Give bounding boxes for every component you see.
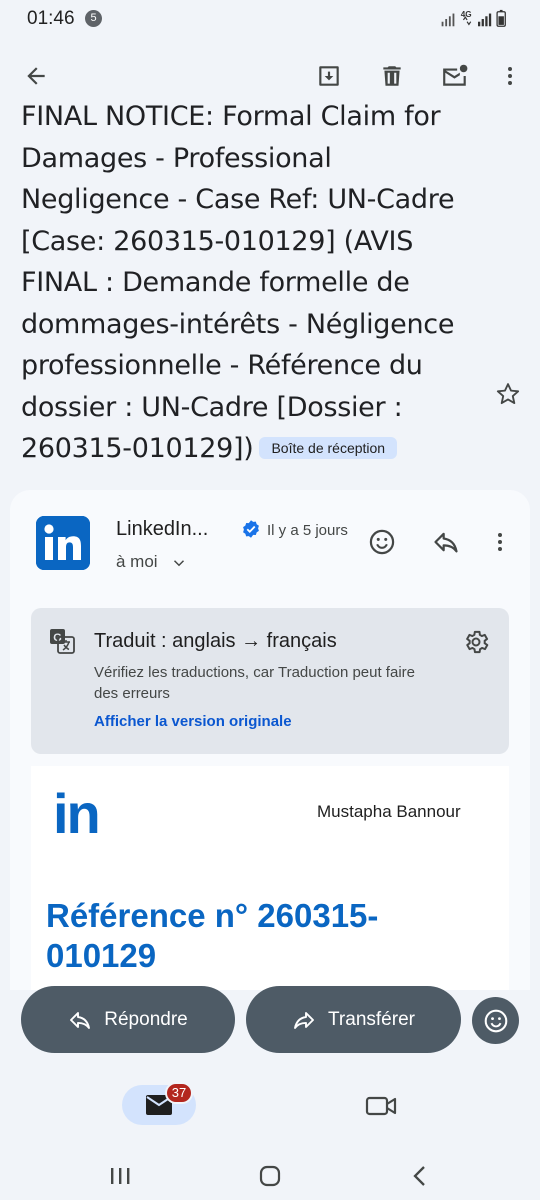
mark-unread-icon xyxy=(443,64,468,86)
react-button[interactable] xyxy=(472,997,519,1044)
email-date: Il y a 5 jours xyxy=(267,522,348,539)
message-card: LinkedIn... Il y a 5 jours à moi G Tradu… xyxy=(10,490,530,990)
delete-button[interactable] xyxy=(368,48,416,104)
translation-settings-button[interactable] xyxy=(459,625,493,659)
translate-icon: G xyxy=(50,629,75,654)
chevron-down-icon[interactable] xyxy=(170,554,188,572)
mail-unread-badge: 37 xyxy=(165,1082,193,1104)
mark-unread-button[interactable] xyxy=(431,48,479,104)
body-recipient-name: Mustapha Bannour xyxy=(317,802,461,821)
forward-label: Transférer xyxy=(328,1008,415,1030)
more-vert-icon xyxy=(498,533,502,551)
subject-text: FINAL NOTICE: Formal Claim for Damages -… xyxy=(21,104,455,464)
home-button[interactable] xyxy=(250,1158,290,1194)
more-vert-icon xyxy=(508,67,512,85)
video-call-icon[interactable] xyxy=(364,1091,398,1121)
action-row: Répondre Transférer xyxy=(0,986,540,1056)
recent-apps-button[interactable] xyxy=(100,1158,140,1194)
signal-icon xyxy=(478,13,492,27)
back-button[interactable] xyxy=(12,48,60,104)
reply-icon xyxy=(434,532,458,553)
status-icons: 4G xyxy=(441,9,506,27)
back-nav-button[interactable] xyxy=(400,1158,440,1194)
forward-icon xyxy=(294,1011,314,1029)
inbox-label-chip[interactable]: Boîte de réception xyxy=(259,437,398,459)
gear-icon xyxy=(466,630,489,654)
reply-icon-button[interactable] xyxy=(426,522,466,562)
back-chevron-icon xyxy=(413,1166,425,1186)
recent-apps-icon xyxy=(111,1168,130,1184)
archive-button[interactable] xyxy=(305,48,353,104)
body-linkedin-logo: in xyxy=(53,782,101,845)
bottom-navigation: 37 xyxy=(0,1073,540,1150)
translation-description: Vérifiez les traductions, car Traduction… xyxy=(94,664,415,702)
message-more-button[interactable] xyxy=(480,522,520,562)
forward-button[interactable]: Transférer xyxy=(246,986,461,1053)
top-toolbar xyxy=(0,48,540,104)
email-body: in Mustapha Bannour Référence n° 260315-… xyxy=(31,766,509,990)
email-subject: FINAL NOTICE: Formal Claim for Damages -… xyxy=(21,104,461,470)
linkedin-logo-icon xyxy=(36,516,90,570)
arrow-back-icon xyxy=(27,67,45,85)
sender-avatar[interactable] xyxy=(36,516,90,570)
show-original-link[interactable]: Afficher la version originale xyxy=(94,713,292,730)
reply-button[interactable]: Répondre xyxy=(21,986,235,1053)
translation-title: Traduit : anglais → français xyxy=(94,630,337,652)
subject-area: FINAL NOTICE: Formal Claim for Damages -… xyxy=(0,104,540,488)
more-options-button[interactable] xyxy=(486,48,534,104)
star-icon xyxy=(496,383,520,405)
home-icon xyxy=(259,1165,281,1187)
add-reaction-button[interactable] xyxy=(362,522,402,562)
sender-name[interactable]: LinkedIn... xyxy=(116,518,228,541)
battery-icon xyxy=(496,9,506,27)
recipient-details-toggle[interactable]: à moi xyxy=(116,552,158,572)
status-bar: 01:46 5 4G xyxy=(0,0,540,40)
body-reference-heading: Référence n° 260315-010129 xyxy=(46,897,379,974)
system-navigation-bar xyxy=(0,1150,540,1200)
emoji-icon xyxy=(369,529,395,555)
reply-icon xyxy=(70,1011,91,1029)
status-time: 01:46 xyxy=(27,8,75,29)
reply-label: Répondre xyxy=(104,1008,188,1030)
verified-badge-icon xyxy=(243,520,259,538)
star-button[interactable] xyxy=(490,376,526,412)
archive-icon xyxy=(319,66,339,86)
delete-icon xyxy=(383,66,401,86)
emoji-icon xyxy=(484,1009,507,1032)
translation-banner: G Traduit : anglais → français Vérifiez … xyxy=(31,608,509,754)
notification-count-badge: 5 xyxy=(85,10,102,27)
mute-icon xyxy=(441,13,455,27)
